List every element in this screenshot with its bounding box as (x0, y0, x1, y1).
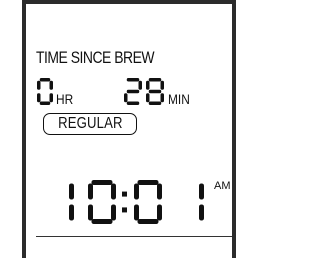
hours-digit-1-segment-f (37, 80, 41, 90)
minutes-digit-2-segment-b (160, 80, 164, 90)
hours-unit-label: HR (56, 91, 74, 107)
hours-digit-1-segment-a (39, 78, 51, 82)
clock-colon-dot-1 (122, 191, 127, 197)
elapsed-hours-digits (37, 78, 53, 105)
clock-digit-1-segment-c (69, 204, 74, 221)
minutes-digit-2-segment-d (148, 101, 162, 105)
clock-digit-4-segment-c (199, 204, 204, 221)
time-since-brew-label: TIME SINCE BREW (36, 48, 155, 67)
minutes-digit-1-segment-a (126, 78, 140, 82)
minutes-digit-2-segment-g (148, 89, 162, 94)
hours-digit-1-segment-e (37, 93, 41, 103)
am-pm-indicator: AM (214, 180, 231, 192)
minutes-digit-2-segment-e (146, 93, 150, 103)
frame-top-edge (22, 0, 236, 4)
clock-colon-dot-2 (122, 207, 127, 213)
brew-mode-label: REGULAR (57, 115, 123, 132)
clock-digit-3-segment-c (157, 204, 162, 221)
lcd-display: TIME SINCE BREW HR MIN REGULAR AM (0, 0, 259, 258)
minutes-digit-1-segment-e (124, 93, 128, 103)
minutes-digit-2-segment-f (146, 80, 150, 90)
hours-digit-1-segment-c (49, 93, 53, 103)
clock-digit-2-segment-f (88, 183, 93, 200)
clock-digit-2-segment-e (88, 204, 93, 221)
clock-digit-3-segment-a (137, 180, 159, 185)
minutes-digit-2-segment-c (160, 93, 164, 103)
minutes-unit-label: MIN (168, 91, 190, 107)
clock-digit-3-segment-e (134, 204, 139, 221)
frame-left-edge (22, 0, 26, 258)
clock-digit-2-segment-a (91, 180, 113, 185)
clock-time-digits (69, 180, 204, 224)
minutes-digit-1-segment-b (138, 80, 142, 90)
clock-digit-3-segment-b (157, 183, 162, 200)
clock-digit-4-segment-b (199, 183, 204, 200)
clock-digit-2-segment-b (111, 183, 116, 200)
minutes-digit-1-segment-g (126, 89, 140, 94)
minutes-digit-1-segment-d (126, 101, 140, 105)
frame-right-edge (232, 0, 236, 258)
hours-digit-1-segment-b (49, 80, 53, 90)
brew-mode-badge: REGULAR (43, 113, 137, 135)
minutes-digit-2-segment-a (148, 78, 162, 82)
clock-digit-3-segment-f (134, 183, 139, 200)
clock-digit-2-segment-c (111, 204, 116, 221)
bottom-divider (36, 236, 232, 237)
elapsed-minutes-digits (124, 78, 164, 105)
clock-digit-1-segment-b (69, 183, 74, 200)
clock-digit-2-segment-d (91, 219, 113, 224)
clock-digit-3-segment-d (137, 219, 159, 224)
hours-digit-1-segment-d (39, 101, 51, 105)
